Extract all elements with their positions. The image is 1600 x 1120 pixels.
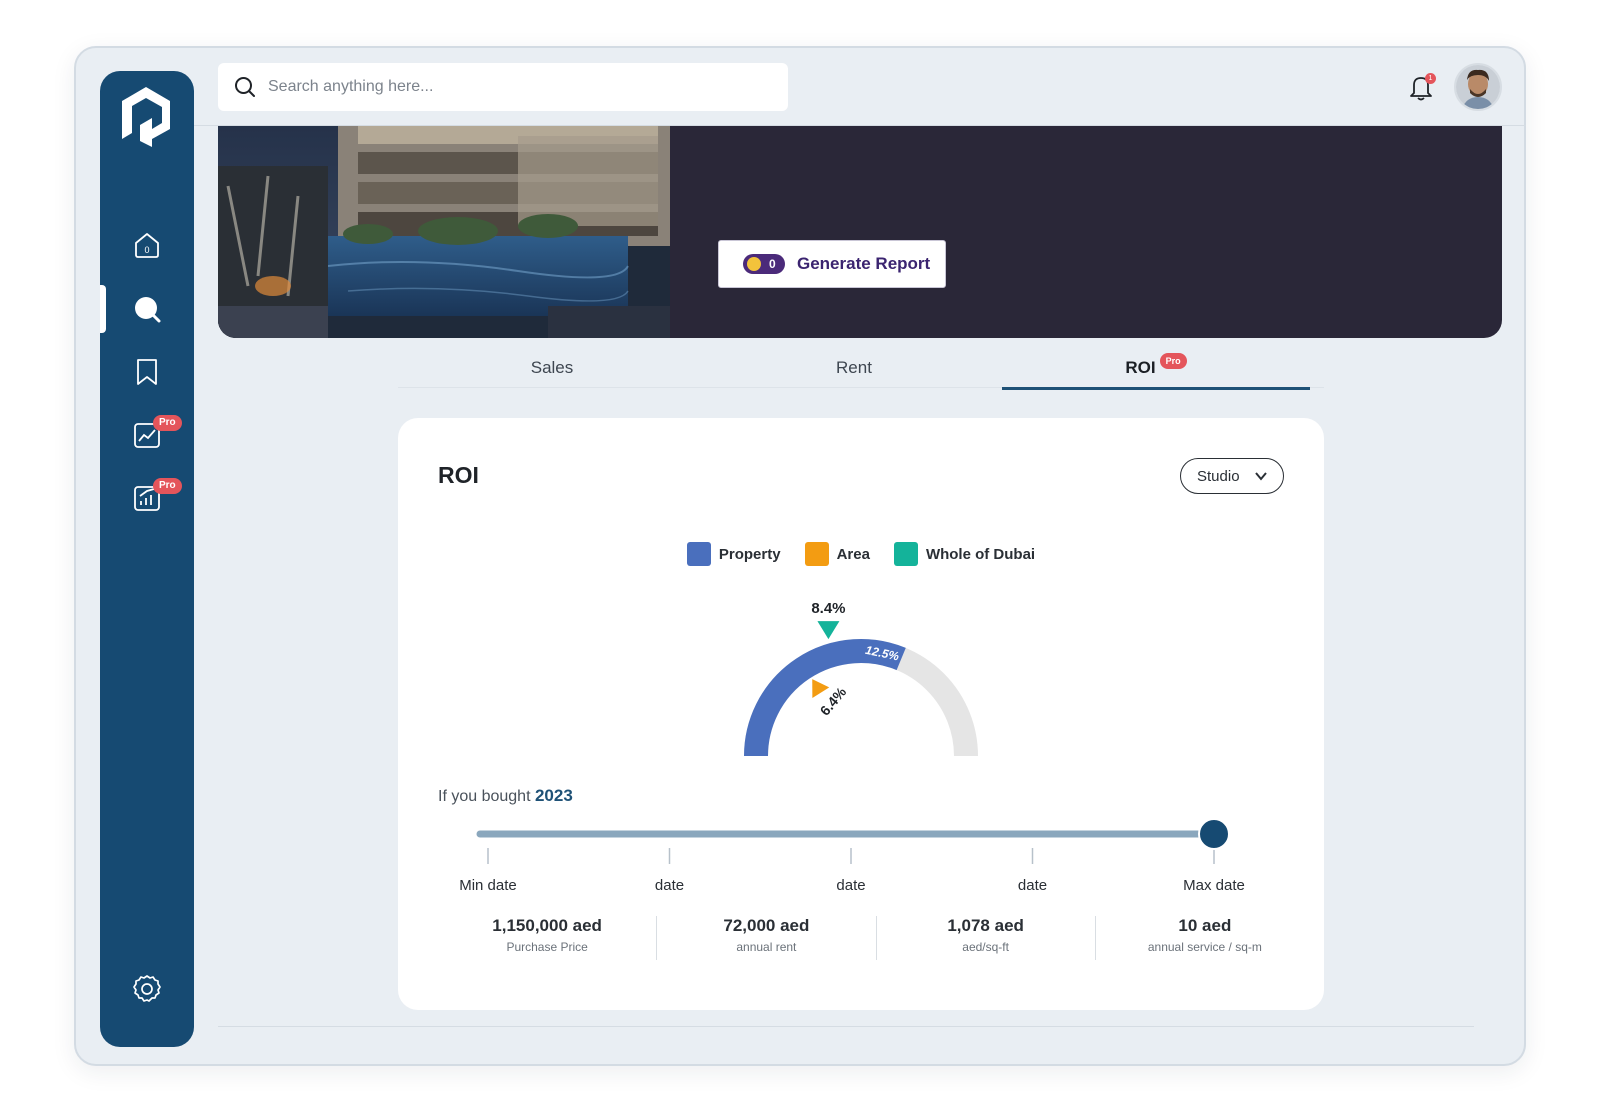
chevron-down-icon (1254, 472, 1267, 481)
search-input[interactable] (268, 78, 748, 96)
stat-label: annual rent (736, 940, 797, 954)
search-bar[interactable] (218, 63, 788, 111)
stat-purchase-price: 1,150,000 aed Purchase Price (438, 916, 658, 960)
stats-row: 1,150,000 aed Purchase Price 72,000 aed … (438, 916, 1314, 960)
sidebar-item-search[interactable] (100, 283, 194, 335)
legend-label: Property (718, 545, 781, 563)
sidebar: 0 Pro Pro (100, 71, 194, 1047)
legend-swatch (893, 542, 918, 566)
stat-value: 1,078 aed (947, 916, 1024, 935)
search-icon (135, 297, 161, 323)
legend: Property Area Whole of Dubai (398, 542, 1324, 566)
stat-annual-rent: 72,000 aed annual rent (657, 916, 877, 960)
legend-item-area: Area (804, 542, 870, 566)
stat-label: annual service / sq-m (1147, 940, 1262, 954)
pro-badge: Pro (1159, 352, 1187, 369)
stat-value: 1,150,000 aed (492, 916, 602, 935)
footer-divider (218, 1026, 1474, 1027)
slider-thumb[interactable] (1198, 818, 1230, 850)
purchase-date-slider[interactable]: Min date date date date Max date (438, 818, 1284, 898)
slider-tick-label: Min date (459, 877, 517, 894)
stat-value: 72,000 aed (723, 916, 810, 935)
legend-label: Area (836, 545, 870, 563)
search-icon (235, 77, 255, 97)
property-hero: 0 Generate Report (218, 126, 1502, 338)
avatar[interactable] (1454, 63, 1502, 111)
purchase-year-text: If you bought 2023 (438, 786, 573, 806)
stat-service-charge: 10 aed annual service / sq-m (1096, 916, 1314, 960)
bookmark-icon (137, 359, 157, 385)
tab-sales[interactable]: Sales (398, 348, 706, 388)
slider-tick-label: date (655, 877, 684, 894)
stat-value: 10 aed (1178, 916, 1232, 935)
pro-badge: Pro (153, 415, 182, 431)
stat-label: Purchase Price (506, 940, 588, 954)
gear-icon (133, 975, 161, 1002)
tab-bar: Sales Rent ROI Pro (398, 348, 1324, 390)
legend-swatch (686, 542, 711, 566)
unit-type-select[interactable]: Studio (1180, 458, 1284, 494)
tab-label: Sales (530, 358, 574, 377)
stat-price-per-sqft: 1,078 aed aed/sq-ft (877, 916, 1096, 960)
sidebar-item-growth[interactable]: Pro (100, 472, 194, 524)
active-indicator (100, 285, 106, 333)
unit-type-value: Studio (1197, 467, 1240, 485)
legend-item-dubai: Whole of Dubai (893, 542, 1036, 566)
roi-gauge: 12.5% 8.4% 6.4% (744, 600, 978, 757)
home-count: 0 (144, 245, 149, 255)
purchase-year-value: 2023 (534, 786, 573, 805)
roi-card: ROI Studio Property Area Whole of Dubai (398, 418, 1324, 1010)
slider-tick-label: Max date (1183, 877, 1245, 894)
app-window: 0 Pro Pro Search anything here... 1 0 Ge… (74, 46, 1526, 1066)
slider-tick-label: date (1018, 877, 1047, 894)
sidebar-item-settings[interactable] (100, 963, 194, 1015)
notification-badge: 1 (1425, 73, 1436, 84)
generate-report-label: Generate Report (797, 254, 931, 273)
slider-tick-label: date (836, 877, 865, 894)
sidebar-item-home[interactable]: 0 (100, 219, 194, 271)
tab-rent[interactable]: Rent (700, 348, 1008, 388)
tab-label: Rent (836, 358, 872, 377)
legend-item-property: Property (686, 542, 781, 566)
credits-count: 0 (769, 257, 776, 271)
pro-badge: Pro (153, 478, 182, 494)
purchase-year-prefix: If you bought (438, 788, 531, 805)
tab-roi[interactable]: ROI Pro (1002, 348, 1310, 390)
property-photo (218, 126, 670, 338)
gauge-dubai-marker (817, 621, 840, 640)
sidebar-item-analytics[interactable]: Pro (100, 409, 194, 461)
legend-swatch (804, 542, 829, 566)
coin-icon (747, 257, 761, 271)
brand-logo[interactable] (118, 85, 178, 151)
home-icon: 0 (135, 233, 159, 258)
user-photo (1456, 65, 1500, 109)
stat-label: aed/sq-ft (962, 940, 1009, 954)
sidebar-item-saved[interactable] (100, 346, 194, 398)
card-title: ROI (438, 462, 479, 488)
tab-label: ROI (1125, 357, 1156, 377)
generate-report-button[interactable]: 0 Generate Report (718, 240, 946, 288)
legend-label: Whole of Dubai (925, 545, 1036, 563)
credits-pill: 0 (743, 254, 785, 274)
gauge-dubai-label: 8.4% (811, 600, 845, 617)
